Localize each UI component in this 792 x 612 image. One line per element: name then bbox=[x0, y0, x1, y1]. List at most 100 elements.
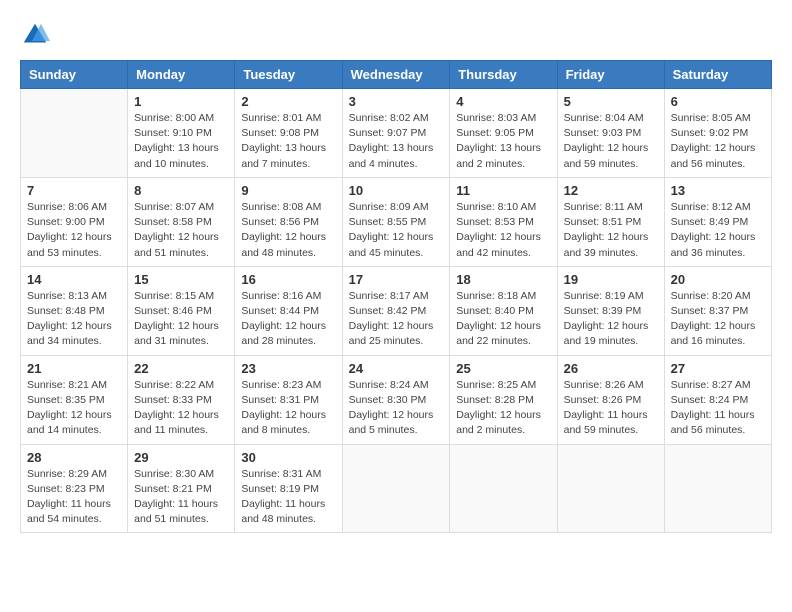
day-info: Sunrise: 8:21 AMSunset: 8:35 PMDaylight:… bbox=[27, 378, 121, 439]
day-info: Sunrise: 8:26 AMSunset: 8:26 PMDaylight:… bbox=[564, 378, 658, 439]
day-cell: 1 Sunrise: 8:00 AMSunset: 9:10 PMDaylight… bbox=[128, 89, 235, 178]
day-cell: 9 Sunrise: 8:08 AMSunset: 8:56 PMDaylight… bbox=[235, 177, 342, 266]
logo-icon bbox=[20, 20, 50, 50]
day-cell: 28 Sunrise: 8:29 AMSunset: 8:23 PMDayligh… bbox=[21, 444, 128, 533]
week-row-2: 14 Sunrise: 8:13 AMSunset: 8:48 PMDayligh… bbox=[21, 266, 772, 355]
day-cell: 26Sunrise: 8:26 AMSunset: 8:26 PMDayligh… bbox=[557, 355, 664, 444]
day-cell: 7 Sunrise: 8:06 AMSunset: 9:00 PMDaylight… bbox=[21, 177, 128, 266]
day-number: 2 bbox=[241, 94, 335, 109]
logo bbox=[20, 20, 55, 50]
day-info: Sunrise: 8:11 AMSunset: 8:51 PMDaylight:… bbox=[564, 200, 658, 261]
day-number: 24 bbox=[349, 361, 444, 376]
day-cell bbox=[664, 444, 771, 533]
day-number: 6 bbox=[671, 94, 765, 109]
day-cell: 24Sunrise: 8:24 AMSunset: 8:30 PMDayligh… bbox=[342, 355, 450, 444]
day-number: 11 bbox=[456, 183, 550, 198]
day-info: Sunrise: 8:01 AMSunset: 9:08 PMDaylight:… bbox=[241, 111, 335, 172]
day-cell bbox=[557, 444, 664, 533]
day-cell: 18Sunrise: 8:18 AMSunset: 8:40 PMDayligh… bbox=[450, 266, 557, 355]
day-info: Sunrise: 8:16 AMSunset: 8:44 PMDaylight:… bbox=[241, 289, 335, 350]
day-info: Sunrise: 8:13 AMSunset: 8:48 PMDaylight:… bbox=[27, 289, 121, 350]
day-info: Sunrise: 8:00 AMSunset: 9:10 PMDaylight:… bbox=[134, 111, 228, 172]
day-info: Sunrise: 8:10 AMSunset: 8:53 PMDaylight:… bbox=[456, 200, 550, 261]
day-cell: 20Sunrise: 8:20 AMSunset: 8:37 PMDayligh… bbox=[664, 266, 771, 355]
day-cell: 5 Sunrise: 8:04 AMSunset: 9:03 PMDaylight… bbox=[557, 89, 664, 178]
day-cell bbox=[21, 89, 128, 178]
day-cell: 12 Sunrise: 8:11 AMSunset: 8:51 PMDayligh… bbox=[557, 177, 664, 266]
day-number: 9 bbox=[241, 183, 335, 198]
day-number: 29 bbox=[134, 450, 228, 465]
day-cell: 19 Sunrise: 8:19 AMSunset: 8:39 PMDayligh… bbox=[557, 266, 664, 355]
day-cell: 10 Sunrise: 8:09 AMSunset: 8:55 PMDayligh… bbox=[342, 177, 450, 266]
day-cell: 17 Sunrise: 8:17 AMSunset: 8:42 PMDayligh… bbox=[342, 266, 450, 355]
day-cell: 16 Sunrise: 8:16 AMSunset: 8:44 PMDayligh… bbox=[235, 266, 342, 355]
header-row: SundayMondayTuesdayWednesdayThursdayFrid… bbox=[21, 61, 772, 89]
week-row-4: 28 Sunrise: 8:29 AMSunset: 8:23 PMDayligh… bbox=[21, 444, 772, 533]
day-info: Sunrise: 8:03 AMSunset: 9:05 PMDaylight:… bbox=[456, 111, 550, 172]
day-info: Sunrise: 8:09 AMSunset: 8:55 PMDaylight:… bbox=[349, 200, 444, 261]
day-info: Sunrise: 8:17 AMSunset: 8:42 PMDaylight:… bbox=[349, 289, 444, 350]
day-cell: 21 Sunrise: 8:21 AMSunset: 8:35 PMDayligh… bbox=[21, 355, 128, 444]
day-cell: 29Sunrise: 8:30 AMSunset: 8:21 PMDayligh… bbox=[128, 444, 235, 533]
day-number: 14 bbox=[27, 272, 121, 287]
day-number: 3 bbox=[349, 94, 444, 109]
day-number: 7 bbox=[27, 183, 121, 198]
header-cell-wednesday: Wednesday bbox=[342, 61, 450, 89]
day-number: 23 bbox=[241, 361, 335, 376]
day-number: 22 bbox=[134, 361, 228, 376]
day-number: 21 bbox=[27, 361, 121, 376]
day-info: Sunrise: 8:08 AMSunset: 8:56 PMDaylight:… bbox=[241, 200, 335, 261]
week-row-3: 21 Sunrise: 8:21 AMSunset: 8:35 PMDayligh… bbox=[21, 355, 772, 444]
day-number: 1 bbox=[134, 94, 228, 109]
day-number: 15 bbox=[134, 272, 228, 287]
header-cell-sunday: Sunday bbox=[21, 61, 128, 89]
day-number: 19 bbox=[564, 272, 658, 287]
day-info: Sunrise: 8:29 AMSunset: 8:23 PMDaylight:… bbox=[27, 467, 121, 528]
page-header bbox=[20, 20, 772, 50]
day-info: Sunrise: 8:18 AMSunset: 8:40 PMDaylight:… bbox=[456, 289, 550, 350]
day-cell: 8Sunrise: 8:07 AMSunset: 8:58 PMDaylight… bbox=[128, 177, 235, 266]
day-info: Sunrise: 8:06 AMSunset: 9:00 PMDaylight:… bbox=[27, 200, 121, 261]
week-row-0: 1 Sunrise: 8:00 AMSunset: 9:10 PMDaylight… bbox=[21, 89, 772, 178]
day-info: Sunrise: 8:15 AMSunset: 8:46 PMDaylight:… bbox=[134, 289, 228, 350]
day-info: Sunrise: 8:31 AMSunset: 8:19 PMDaylight:… bbox=[241, 467, 335, 528]
header-cell-saturday: Saturday bbox=[664, 61, 771, 89]
day-number: 16 bbox=[241, 272, 335, 287]
day-info: Sunrise: 8:04 AMSunset: 9:03 PMDaylight:… bbox=[564, 111, 658, 172]
day-cell: 14 Sunrise: 8:13 AMSunset: 8:48 PMDayligh… bbox=[21, 266, 128, 355]
day-info: Sunrise: 8:05 AMSunset: 9:02 PMDaylight:… bbox=[671, 111, 765, 172]
day-cell: 23 Sunrise: 8:23 AMSunset: 8:31 PMDayligh… bbox=[235, 355, 342, 444]
day-cell: 15 Sunrise: 8:15 AMSunset: 8:46 PMDayligh… bbox=[128, 266, 235, 355]
day-number: 27 bbox=[671, 361, 765, 376]
day-number: 4 bbox=[456, 94, 550, 109]
day-cell: 22 Sunrise: 8:22 AMSunset: 8:33 PMDayligh… bbox=[128, 355, 235, 444]
day-info: Sunrise: 8:22 AMSunset: 8:33 PMDaylight:… bbox=[134, 378, 228, 439]
day-info: Sunrise: 8:19 AMSunset: 8:39 PMDaylight:… bbox=[564, 289, 658, 350]
day-info: Sunrise: 8:25 AMSunset: 8:28 PMDaylight:… bbox=[456, 378, 550, 439]
day-cell: 4 Sunrise: 8:03 AMSunset: 9:05 PMDaylight… bbox=[450, 89, 557, 178]
day-cell: 11 Sunrise: 8:10 AMSunset: 8:53 PMDayligh… bbox=[450, 177, 557, 266]
day-cell bbox=[342, 444, 450, 533]
day-number: 10 bbox=[349, 183, 444, 198]
day-cell: 25 Sunrise: 8:25 AMSunset: 8:28 PMDayligh… bbox=[450, 355, 557, 444]
day-number: 25 bbox=[456, 361, 550, 376]
day-number: 17 bbox=[349, 272, 444, 287]
day-cell: 27Sunrise: 8:27 AMSunset: 8:24 PMDayligh… bbox=[664, 355, 771, 444]
day-info: Sunrise: 8:02 AMSunset: 9:07 PMDaylight:… bbox=[349, 111, 444, 172]
day-number: 30 bbox=[241, 450, 335, 465]
day-number: 8 bbox=[134, 183, 228, 198]
day-number: 20 bbox=[671, 272, 765, 287]
day-number: 5 bbox=[564, 94, 658, 109]
day-cell: 6 Sunrise: 8:05 AMSunset: 9:02 PMDaylight… bbox=[664, 89, 771, 178]
day-number: 28 bbox=[27, 450, 121, 465]
day-cell: 13Sunrise: 8:12 AMSunset: 8:49 PMDayligh… bbox=[664, 177, 771, 266]
header-cell-thursday: Thursday bbox=[450, 61, 557, 89]
day-cell: 3 Sunrise: 8:02 AMSunset: 9:07 PMDaylight… bbox=[342, 89, 450, 178]
day-number: 12 bbox=[564, 183, 658, 198]
day-cell: 30 Sunrise: 8:31 AMSunset: 8:19 PMDayligh… bbox=[235, 444, 342, 533]
day-cell bbox=[450, 444, 557, 533]
day-info: Sunrise: 8:23 AMSunset: 8:31 PMDaylight:… bbox=[241, 378, 335, 439]
day-info: Sunrise: 8:12 AMSunset: 8:49 PMDaylight:… bbox=[671, 200, 765, 261]
calendar: SundayMondayTuesdayWednesdayThursdayFrid… bbox=[20, 60, 772, 533]
day-cell: 2 Sunrise: 8:01 AMSunset: 9:08 PMDaylight… bbox=[235, 89, 342, 178]
